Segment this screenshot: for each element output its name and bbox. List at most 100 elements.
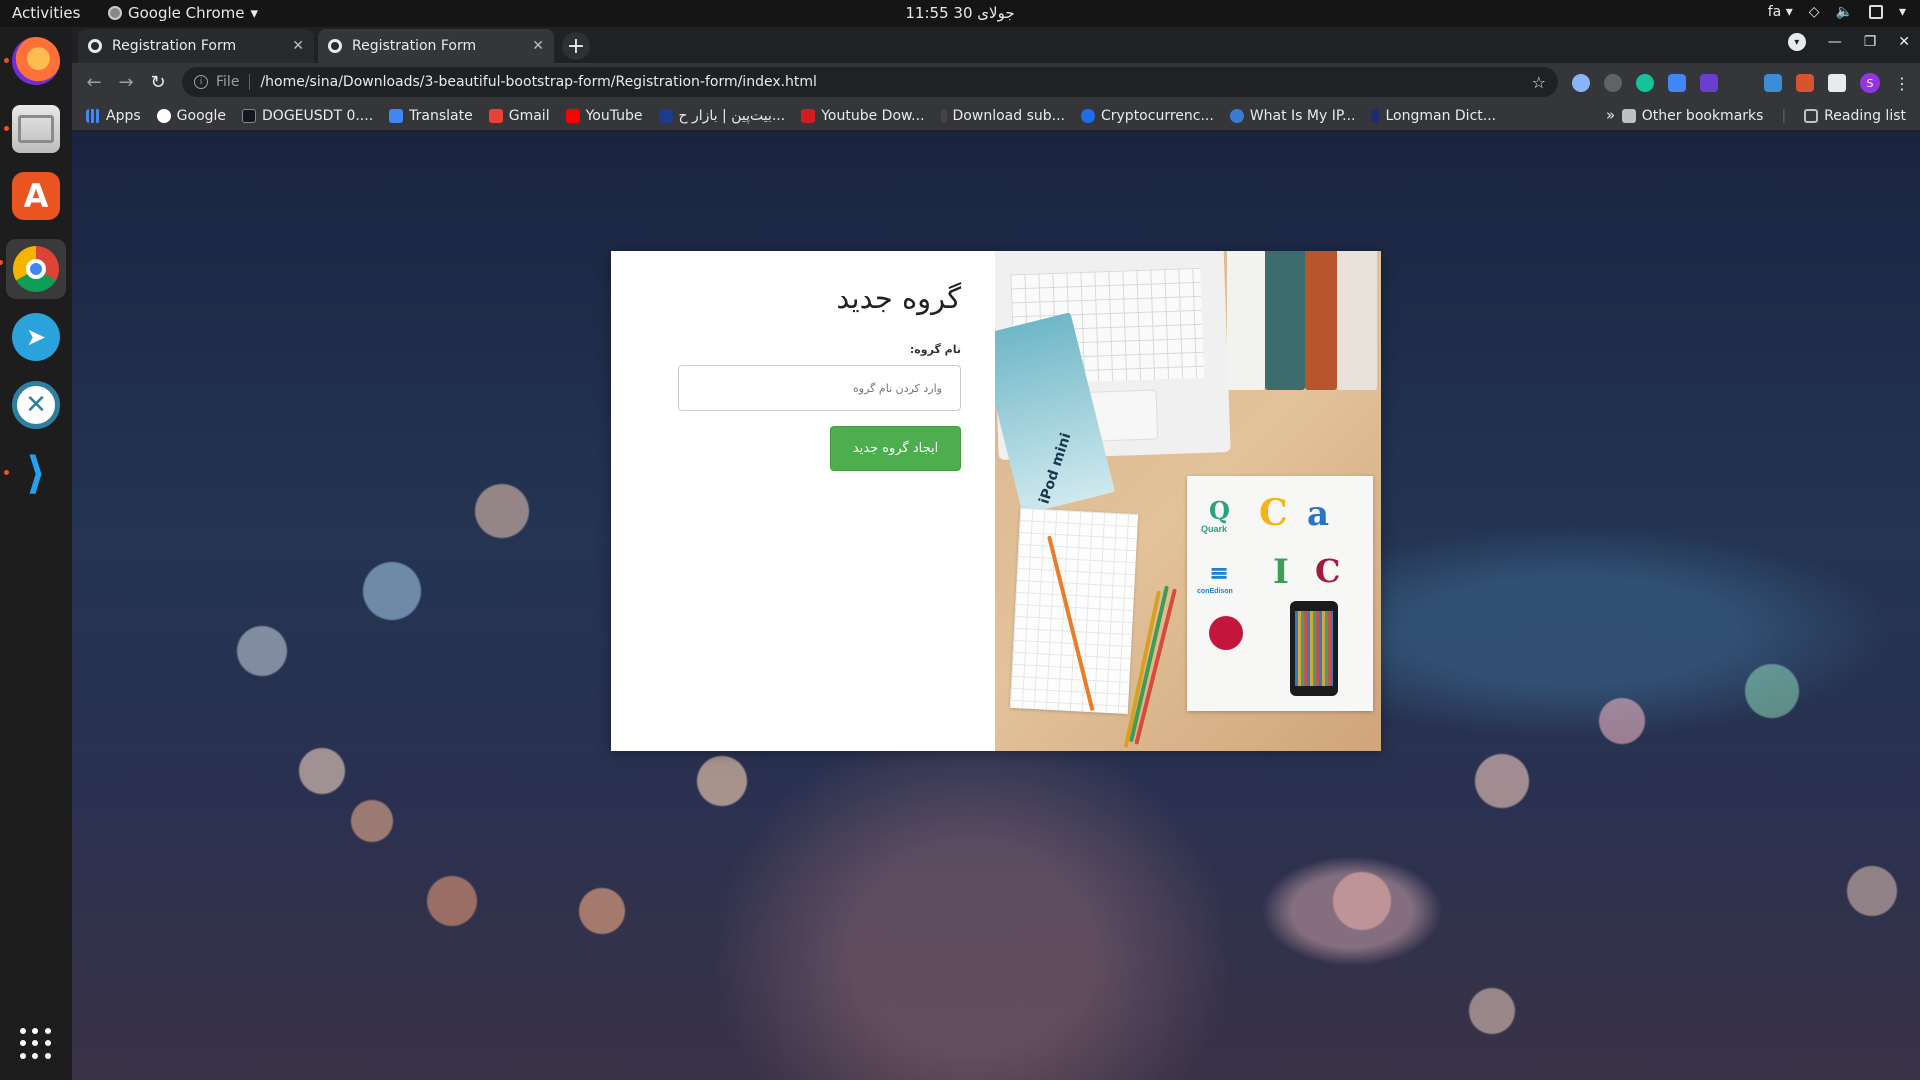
- back-icon[interactable]: ←: [78, 72, 110, 93]
- conedison-logo-icon: ≡: [1209, 558, 1230, 587]
- restore-icon[interactable]: ❐: [1864, 34, 1877, 50]
- chrome-launcher[interactable]: [0, 239, 66, 299]
- ipad-label: iPod mini: [1036, 430, 1075, 507]
- bookmark-item[interactable]: Cryptocurrenc...: [1080, 108, 1214, 124]
- software-store-launcher[interactable]: A: [12, 172, 60, 220]
- new-tab-button[interactable]: +: [562, 32, 590, 60]
- globe-icon: [1229, 108, 1244, 123]
- puzzle-icon[interactable]: [1828, 74, 1846, 92]
- form-title: گروه جدید: [836, 281, 961, 315]
- close-window-icon[interactable]: ✕: [1898, 34, 1910, 50]
- bookmarks-bar: Apps Google DOGEUSDT 0.... Translate Gma…: [72, 101, 1920, 131]
- url-text[interactable]: /home/sina/Downloads/3-beautiful-bootstr…: [260, 74, 1531, 90]
- firefox-launcher[interactable]: [4, 37, 60, 85]
- logos-sheet: Q Quark C a ≡ conEdison I C: [1187, 476, 1373, 711]
- bookmark-item[interactable]: Gmail: [488, 108, 550, 124]
- close-icon[interactable]: ✕: [292, 38, 304, 54]
- extension-flag-icon[interactable]: [1796, 74, 1814, 92]
- reading-list[interactable]: Reading list: [1804, 108, 1906, 124]
- files-launcher[interactable]: [4, 105, 60, 153]
- download-extension-icon[interactable]: [1764, 74, 1782, 92]
- address-bar[interactable]: i File /home/sina/Downloads/3-beautiful-…: [182, 67, 1558, 97]
- chevron-down-icon: ▾: [250, 4, 259, 22]
- bookmark-item[interactable]: DOGEUSDT 0....: [242, 108, 373, 124]
- vscode-launcher[interactable]: ⟩: [4, 448, 60, 499]
- crossover-launcher[interactable]: ✕: [12, 381, 60, 429]
- system-tray[interactable]: fa ▾ ◇ 🔈 ▾: [1768, 4, 1906, 20]
- bookmark-item[interactable]: Download sub...: [940, 108, 1065, 124]
- clock[interactable]: جولای 30 11:55: [0, 4, 1920, 22]
- running-indicator: [4, 58, 9, 63]
- extension-diamond-icon[interactable]: [1700, 74, 1718, 92]
- divider: |: [1781, 108, 1787, 124]
- forward-icon[interactable]: →: [110, 72, 142, 93]
- group-name-input[interactable]: [678, 365, 961, 411]
- bookmark-star-icon[interactable]: ☆: [1532, 73, 1546, 92]
- info-icon[interactable]: i: [194, 75, 208, 89]
- activities-button[interactable]: Activities: [12, 4, 80, 22]
- tab-search-icon[interactable]: ▾: [1787, 33, 1806, 51]
- profile-avatar[interactable]: S: [1860, 73, 1880, 93]
- bookmark-item[interactable]: Translate: [389, 108, 473, 124]
- volume-icon: 🔈: [1835, 4, 1853, 20]
- url-scheme: File: [216, 74, 251, 90]
- input-language[interactable]: fa ▾: [1768, 4, 1793, 20]
- reload-icon[interactable]: ↻: [142, 72, 174, 93]
- registration-card: گروه جدید نام گروه: ایجاد گروه جدید iPod…: [611, 251, 1381, 751]
- browser-tab[interactable]: Registration Form ✕: [78, 29, 314, 63]
- notepad-image: [1009, 508, 1139, 714]
- browser-tab-active[interactable]: Registration Form ✕: [318, 29, 554, 63]
- smartphone-image: [1290, 601, 1338, 696]
- chrome-icon: [13, 246, 59, 292]
- apps-grid-icon: [86, 108, 100, 123]
- minimize-icon[interactable]: —: [1828, 34, 1842, 50]
- other-bookmarks[interactable]: Other bookmarks: [1621, 108, 1763, 124]
- translate-icon: [389, 108, 404, 123]
- bookmark-item[interactable]: Apps: [86, 108, 141, 124]
- extension-m-icon[interactable]: [1604, 74, 1622, 92]
- dock: A ➤ ✕ ⟩: [0, 27, 72, 1080]
- show-applications-icon[interactable]: [20, 1028, 52, 1060]
- pencil-image: [1129, 585, 1169, 743]
- bookmark-item[interactable]: Youtube Dow...: [801, 108, 925, 124]
- c-red-logo-icon: C: [1315, 552, 1341, 590]
- longman-icon: [1371, 108, 1380, 123]
- gmail-icon: [488, 108, 503, 123]
- quark-label: Quark: [1201, 524, 1228, 534]
- bookmark-label: Google: [176, 107, 227, 124]
- tab-title: Registration Form: [112, 38, 237, 54]
- bookmark-item[interactable]: Longman Dict...: [1371, 108, 1496, 124]
- google-translate-icon[interactable]: [1668, 74, 1686, 92]
- battery-icon: [1868, 5, 1883, 19]
- chevron-down-icon: ▾: [1898, 4, 1906, 20]
- close-icon[interactable]: ✕: [532, 38, 544, 54]
- bookmark-item[interactable]: بیت‌پین | بازار ح...: [658, 108, 785, 124]
- grammarly-icon[interactable]: [1636, 74, 1654, 92]
- bookmark-label: YouTube: [585, 107, 643, 124]
- globe-icon: [88, 39, 102, 53]
- menu-icon[interactable]: ⋮: [1894, 74, 1910, 93]
- bookmark-label: Translate: [409, 107, 473, 124]
- running-indicator: [4, 470, 9, 475]
- react-devtools-icon[interactable]: [1572, 74, 1590, 92]
- youtube-icon: [565, 108, 580, 123]
- new-group-form: گروه جدید نام گروه: ایجاد گروه جدید: [611, 251, 995, 751]
- a-logo-icon: a: [1307, 494, 1330, 534]
- bookmark-label: Longman Dict...: [1385, 107, 1497, 124]
- folder-icon: [1621, 109, 1636, 123]
- globe-icon: [328, 39, 342, 53]
- leaf-logo-icon: I: [1273, 552, 1289, 592]
- google-icon: [156, 108, 171, 123]
- create-group-button[interactable]: ایجاد گروه جدید: [830, 426, 961, 471]
- more-bookmarks-icon[interactable]: »: [1606, 106, 1615, 124]
- app-menu[interactable]: Google Chrome ▾: [108, 4, 258, 22]
- books-image: [1227, 251, 1381, 395]
- telegram-launcher[interactable]: ➤: [12, 313, 60, 361]
- bookmark-item[interactable]: YouTube: [565, 107, 643, 124]
- bookmark-label: DOGEUSDT 0....: [262, 107, 374, 124]
- browser-toolbar: ← → ↻ i File /home/sina/Downloads/3-beau…: [72, 63, 1920, 101]
- coin-icon: [1080, 108, 1095, 123]
- bookmark-item[interactable]: Google: [156, 107, 227, 124]
- subtitle-icon: [940, 108, 947, 123]
- bookmark-item[interactable]: What Is My IP...: [1229, 108, 1355, 124]
